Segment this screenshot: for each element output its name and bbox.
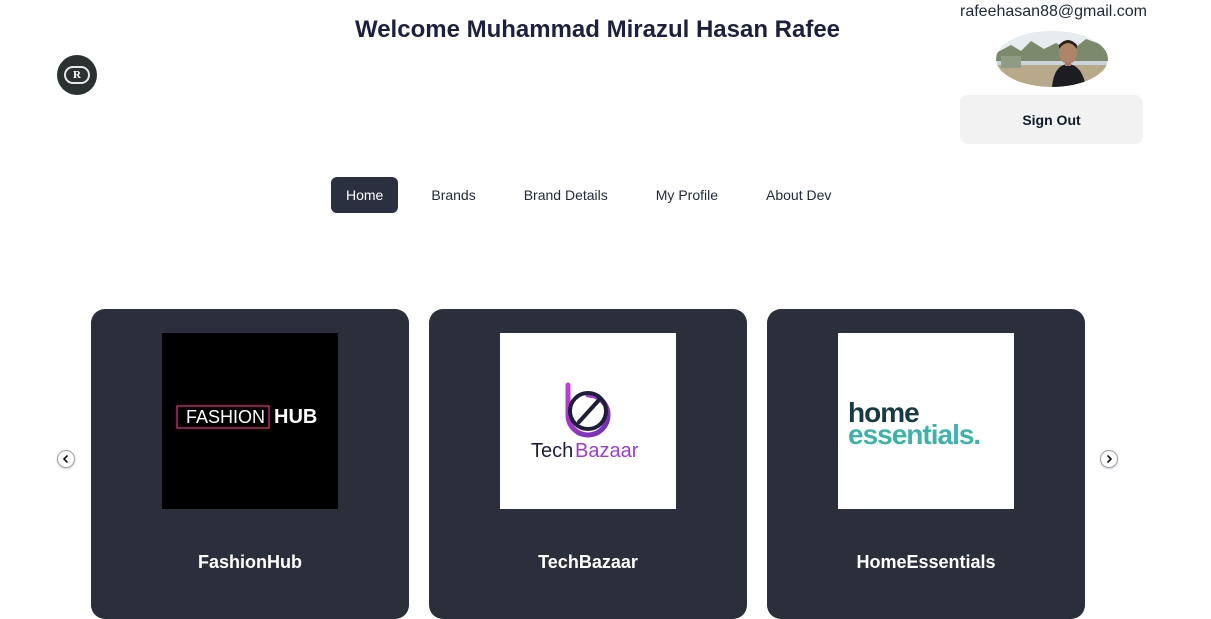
brand-card[interactable]: home essentials. HomeEssentials [767, 309, 1085, 619]
chevron-right-icon[interactable] [1100, 450, 1118, 468]
nav-about-dev[interactable]: About Dev [751, 177, 846, 213]
brand-card[interactable]: FASHION HUB FashionHub [91, 309, 409, 619]
brand-name: HomeEssentials [856, 552, 996, 572]
brand-logo-image: home essentials. [838, 333, 1014, 509]
site-logo[interactable]: R [57, 55, 97, 95]
user-panel: rafeehasan88@gmail.com Sign Out [960, 0, 1148, 144]
chevron-left-icon[interactable] [57, 450, 75, 468]
brand-name: FashionHub [198, 552, 302, 572]
nav-home[interactable]: Home [331, 177, 399, 213]
brand-name: TechBazaar [538, 552, 638, 572]
brand-logo-image: FASHION HUB [162, 333, 338, 509]
fashion-logo-text-a: FASHION [186, 407, 265, 427]
brand-logo-image: Tech Bazaar [500, 333, 676, 509]
tech-logo-text-b: Bazaar [575, 440, 639, 462]
sign-out-button[interactable]: Sign Out [960, 95, 1143, 144]
brand-carousel: FASHION HUB FashionHub Tech Bazaar TechB… [0, 309, 1211, 619]
logo-mark: R [64, 66, 90, 84]
nav-my-profile[interactable]: My Profile [641, 177, 733, 213]
nav-brand-details[interactable]: Brand Details [509, 177, 623, 213]
user-email: rafeehasan88@gmail.com [960, 3, 1148, 20]
tech-logo-text-a: Tech [531, 440, 573, 462]
brand-card[interactable]: Tech Bazaar TechBazaar [429, 309, 747, 619]
main-nav: Home Brands Brand Details My Profile Abo… [331, 177, 864, 213]
fashion-logo-text-b: HUB [274, 406, 317, 428]
user-avatar [995, 31, 1108, 87]
nav-brands[interactable]: Brands [416, 177, 490, 213]
home-logo-text-b: essentials. [848, 419, 980, 450]
